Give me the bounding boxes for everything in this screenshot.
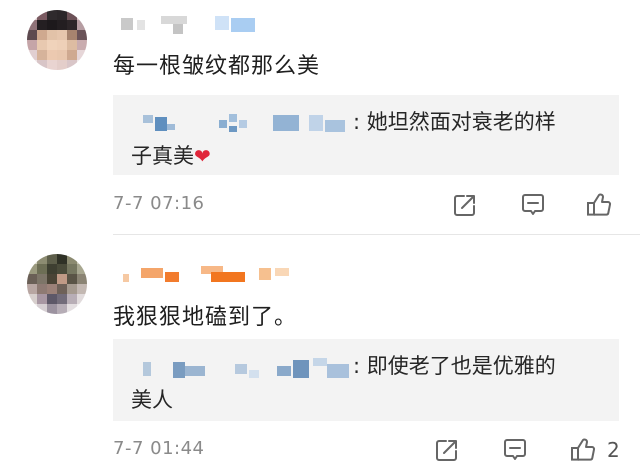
thumbs-up-icon [571, 438, 596, 461]
reply-text: : 她坦然面对衰老的样 [353, 110, 556, 134]
comment-meta: 7-7 01:44 2 [113, 436, 640, 466]
reply-username-blurred[interactable] [131, 356, 353, 378]
avatar[interactable] [27, 10, 87, 70]
like-button[interactable] [585, 191, 623, 219]
comment-icon [522, 194, 544, 215]
reply-box[interactable]: : 即使老了也是优雅的 美人 [113, 339, 619, 421]
share-button[interactable] [451, 191, 479, 219]
comment-item: 每一根皱纹都那么美 : 她坦然面对衰老的样 子真美❤ 7-7 07:16 [0, 0, 640, 236]
reply-text: : 即使老了也是优雅的 [353, 354, 556, 378]
comment-text: 我狠狠地磕到了。 [113, 305, 298, 330]
comment-meta: 7-7 07:16 [113, 191, 640, 221]
share-button[interactable] [433, 436, 461, 464]
divider [113, 234, 640, 235]
reply-box[interactable]: : 她坦然面对衰老的样 子真美❤ [113, 95, 619, 175]
reply-text-cont: 美人 [131, 388, 173, 412]
like-count: 2 [607, 438, 620, 462]
thumbs-up-icon [587, 193, 612, 216]
share-icon [436, 440, 457, 461]
username-blurred[interactable] [115, 264, 295, 286]
comment-icon [504, 439, 526, 460]
timestamp: 7-7 07:16 [113, 193, 205, 214]
reply-text-cont: 子真美 [131, 144, 194, 168]
share-icon [454, 195, 475, 216]
like-button[interactable]: 2 [569, 436, 620, 464]
reply-button[interactable] [519, 191, 547, 219]
timestamp: 7-7 01:44 [113, 438, 205, 459]
reply-button[interactable] [501, 436, 529, 464]
comment-text: 每一根皱纹都那么美 [113, 54, 321, 79]
avatar[interactable] [27, 254, 87, 314]
heart-icon: ❤ [194, 144, 211, 168]
reply-username-blurred[interactable] [131, 112, 353, 134]
comment-item: 我狠狠地磕到了。 : 即使老了也是优雅的 美人 7-7 01:44 2 [0, 236, 640, 472]
username-blurred[interactable] [115, 14, 265, 36]
